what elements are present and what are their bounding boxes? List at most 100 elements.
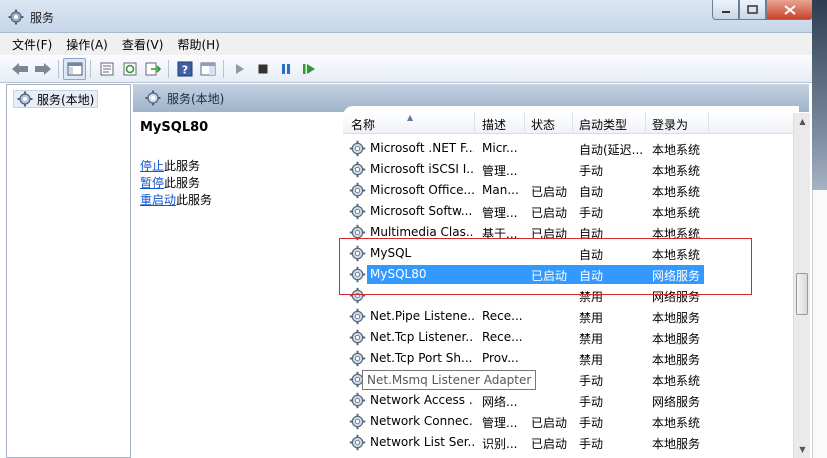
column-header-startup-type[interactable]: 启动类型 [579,116,627,133]
service-gear-icon [349,224,366,241]
sort-ascending-icon: ▲ [407,113,414,122]
service-row[interactable]: Net.Tcp Listener... Rece... 禁用 本地服务 [343,327,799,348]
service-row[interactable]: Microsoft iSCSI I... 管理... 手动 本地系统 [343,159,799,180]
column-divider[interactable] [524,112,525,134]
service-description-cell: Man... [482,183,519,197]
refresh-button[interactable] [118,58,141,80]
service-name-cell: Microsoft Softw... [370,204,473,218]
service-startup-type-cell: 禁用 [579,290,604,304]
service-row[interactable]: Network Access ... 网络... 手动 网络服务 [343,390,799,411]
column-divider[interactable] [474,112,475,134]
service-row[interactable]: Network Connec... 管理... 已启动 手动 本地系统 [343,411,799,432]
service-logon-cell: 本地系统 [652,143,701,157]
service-row[interactable]: Net.Pipe Listene... Rece... 禁用 本地服务 [343,306,799,327]
show-hide-action-pane-button[interactable] [196,58,219,80]
column-divider[interactable] [572,112,573,134]
menu-help[interactable]: 帮助(H) [177,36,219,53]
service-startup-type-cell: 手动 [579,437,604,451]
service-name-cell: MySQL80 [370,267,427,281]
service-gear-icon [349,392,366,409]
menu-view[interactable]: 查看(V) [122,36,164,53]
column-divider[interactable] [708,112,709,134]
service-status-cell: 已启动 [531,206,568,220]
service-description-cell: 识别... [482,437,518,451]
service-name-cell: Network Access ... [370,393,474,407]
service-gear-icon [349,266,366,283]
menu-action[interactable]: 操作(A) [66,36,108,53]
service-name-cell: Net.Tcp Listener... [370,330,474,344]
service-startup-type-cell: 自动 [579,269,604,283]
forward-arrow-icon [34,62,51,75]
service-detail-panel: MySQL80 停止此服务 暂停此服务 重启动此服务 [133,114,343,454]
refresh-icon [123,62,136,75]
service-startup-type-cell: 手动 [579,395,604,409]
column-header-status[interactable]: 状态 [531,116,555,133]
services-pane: 服务(本地) MySQL80 停止此服务 暂停此服务 重启动此服务 名称 ▲ 描… [133,84,827,458]
toolbar-separator [168,59,169,78]
tree-item-services-local[interactable]: 服务(本地) [13,90,99,108]
back-button[interactable] [8,58,31,80]
service-row[interactable]: Network List Ser... 识别... 已启动 手动 本地服务 [343,432,799,453]
pause-service-button[interactable] [274,58,297,80]
toolbar-separator [223,59,224,78]
minimize-button[interactable] [712,0,739,20]
console-tree-toggle-button[interactable] [63,57,86,80]
service-row[interactable]: Microsoft Office... Man... 已启动 自动 本地系统 [343,180,799,201]
service-row[interactable]: MySQL80 已启动 自动 网络服务 [343,264,799,285]
service-logon-cell: 本地系统 [652,185,701,199]
maximize-button[interactable] [739,0,766,20]
service-gear-icon [349,350,366,367]
service-description-cell: Rece... [482,309,522,323]
help-button[interactable]: ? [173,58,196,80]
service-status-cell: 已启动 [531,437,568,451]
restart-service-button[interactable] [297,58,320,80]
restart-service-suffix: 此服务 [176,193,213,207]
column-header-name[interactable]: 名称 [351,116,375,133]
service-startup-type-cell: 手动 [579,164,604,178]
column-header-row: 名称 ▲ 描述 状态 启动类型 登录为 [343,112,799,134]
pause-icon [281,63,290,74]
toolbar-separator [90,59,91,78]
service-status-cell: 已启动 [531,269,568,283]
service-name-cell: Network Connec... [370,414,474,428]
services-gear-icon [8,9,24,25]
start-service-button[interactable] [228,58,251,80]
export-list-button[interactable] [141,58,164,80]
service-status-cell: 已启动 [531,185,568,199]
service-name-cell: Microsoft Office... [370,183,474,197]
stop-service-line: 停止此服务 [140,157,200,174]
service-row[interactable]: Microsoft Softw... 管理... 已启动 手动 本地系统 [343,201,799,222]
service-startup-type-cell: 手动 [579,374,604,388]
column-divider[interactable] [645,112,646,134]
service-gear-icon [349,308,366,325]
service-name-cell: MySQL [370,246,412,260]
menu-file[interactable]: 文件(F) [12,36,52,53]
column-header-logon-as[interactable]: 登录为 [652,116,688,133]
properties-icon [100,62,113,75]
service-logon-cell: 本地服务 [652,437,701,451]
title-bar: 服务 [0,0,827,33]
service-row[interactable]: MySQL 自动 本地系统 [343,243,799,264]
pause-service-link[interactable]: 暂停 [140,176,164,190]
scroll-down-arrow-icon[interactable]: ▼ [794,441,811,458]
selected-service-name: MySQL80 [140,120,209,135]
service-row[interactable]: Microsoft .NET F... Micr... 自动(延迟... 本地系统 [343,138,799,159]
scrollbar-thumb[interactable] [796,273,808,315]
service-row[interactable]: 禁用 网络服务 [343,285,799,306]
stop-service-button[interactable] [251,58,274,80]
column-header-description[interactable]: 描述 [482,116,506,133]
console-tree-icon [67,62,82,75]
service-row[interactable]: Net.Tcp Port Sh... Prov... 禁用 本地服务 [343,348,799,369]
service-logon-cell: 本地系统 [652,416,701,430]
tree-item-label: 服务(本地) [37,92,95,107]
restart-service-link[interactable]: 重启动 [140,193,176,207]
properties-button[interactable] [95,58,118,80]
scroll-up-arrow-icon[interactable]: ▲ [794,113,811,130]
service-row[interactable]: Multimedia Clas... 基于... 已启动 自动 本地系统 [343,222,799,243]
forward-button[interactable] [31,58,54,80]
close-button[interactable] [766,0,813,20]
vertical-scrollbar[interactable]: ▲ ▼ [793,113,810,458]
service-gear-icon [349,413,366,430]
stop-service-link[interactable]: 停止 [140,159,164,173]
service-gear-icon [349,140,366,157]
